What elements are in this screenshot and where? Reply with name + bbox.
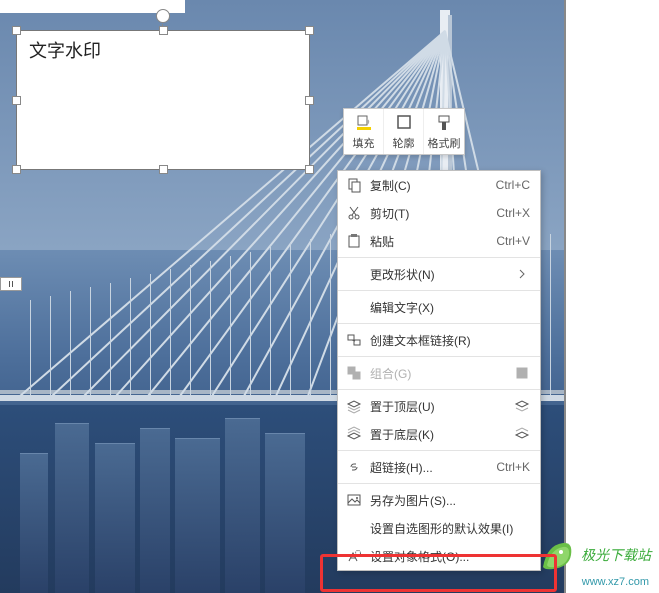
watermark-url: www.xz7.com bbox=[582, 576, 649, 588]
menu-label: 复制(C) bbox=[370, 177, 488, 194]
hyperlink-icon bbox=[346, 459, 362, 475]
chevron-right-icon bbox=[514, 266, 530, 282]
bring-front-icon bbox=[346, 398, 362, 414]
menu-create-textframe-link[interactable]: 创建文本框链接(R) bbox=[338, 326, 540, 354]
format-painter-icon bbox=[434, 113, 454, 133]
resize-handle-bl[interactable] bbox=[12, 165, 21, 174]
menu-hyperlink[interactable]: 超链接(H)... Ctrl+K bbox=[338, 453, 540, 481]
resize-handle-bm[interactable] bbox=[159, 165, 168, 174]
link-frame-icon bbox=[346, 332, 362, 348]
bridge-deck bbox=[0, 395, 659, 401]
send-back-right-icon bbox=[514, 426, 530, 442]
floating-toolbar: 填充 轮廓 格式刷 bbox=[343, 108, 465, 155]
format-painter-label: 格式刷 bbox=[428, 135, 461, 151]
menu-label: 编辑文字(X) bbox=[370, 299, 530, 316]
menu-group: 组合(G) bbox=[338, 359, 540, 387]
menu-bring-front[interactable]: 置于顶层(U) bbox=[338, 392, 540, 420]
menu-label: 更改形状(N) bbox=[370, 266, 506, 283]
picture-icon bbox=[346, 492, 362, 508]
rotate-handle[interactable] bbox=[156, 9, 170, 23]
menu-label: 创建文本框链接(R) bbox=[370, 332, 530, 349]
send-back-icon bbox=[346, 426, 362, 442]
menu-edit-text[interactable]: 编辑文字(X) bbox=[338, 293, 540, 321]
copy-icon bbox=[346, 177, 362, 193]
menu-shortcut: Ctrl+X bbox=[496, 206, 530, 220]
outline-button[interactable]: 轮廓 bbox=[384, 109, 424, 154]
menu-divider bbox=[338, 323, 540, 324]
context-menu: 复制(C) Ctrl+C 剪切(T) Ctrl+X 粘贴 Ctrl+V 更改形状… bbox=[337, 170, 541, 571]
format-painter-button[interactable]: 格式刷 bbox=[424, 109, 464, 154]
menu-shortcut: Ctrl+V bbox=[496, 234, 530, 248]
menu-send-back[interactable]: 置于底层(K) bbox=[338, 420, 540, 448]
menu-label: 置于底层(K) bbox=[370, 426, 506, 443]
resize-handle-mr[interactable] bbox=[305, 96, 314, 105]
outside-page bbox=[566, 0, 659, 593]
menu-label: 组合(G) bbox=[370, 365, 506, 382]
group-icon bbox=[346, 365, 362, 381]
resize-handle-br[interactable] bbox=[305, 165, 314, 174]
menu-shortcut: Ctrl+K bbox=[496, 460, 530, 474]
watermark-text: 极光下载站 bbox=[581, 545, 651, 565]
watermark-logo bbox=[539, 537, 575, 573]
menu-label: 剪切(T) bbox=[370, 205, 488, 222]
textbox-content[interactable]: 文字水印 bbox=[17, 31, 309, 73]
fill-button[interactable]: 填充 bbox=[344, 109, 384, 154]
menu-divider bbox=[338, 257, 540, 258]
menu-cut[interactable]: 剪切(T) Ctrl+X bbox=[338, 199, 540, 227]
menu-label: 设置对象格式(O)... bbox=[370, 548, 530, 565]
menu-shortcut: Ctrl+C bbox=[496, 178, 530, 192]
fill-label: 填充 bbox=[353, 135, 375, 151]
outline-icon bbox=[394, 113, 414, 133]
menu-save-as-picture[interactable]: 另存为图片(S)... bbox=[338, 486, 540, 514]
menu-divider bbox=[338, 356, 540, 357]
menu-label: 另存为图片(S)... bbox=[370, 492, 530, 509]
fill-icon bbox=[354, 113, 374, 133]
menu-label: 置于顶层(U) bbox=[370, 398, 506, 415]
menu-paste[interactable]: 粘贴 Ctrl+V bbox=[338, 227, 540, 255]
menu-autoshape-defaults[interactable]: 设置自选图形的默认效果(I) bbox=[338, 514, 540, 542]
resize-handle-tr[interactable] bbox=[305, 26, 314, 35]
format-object-icon bbox=[346, 548, 362, 564]
resize-handle-ml[interactable] bbox=[12, 96, 21, 105]
resize-handle-tl[interactable] bbox=[12, 26, 21, 35]
menu-label: 设置自选图形的默认效果(I) bbox=[370, 520, 530, 537]
menu-divider bbox=[338, 450, 540, 451]
paste-icon bbox=[346, 233, 362, 249]
page-left-handle[interactable] bbox=[0, 277, 22, 291]
outline-label: 轮廓 bbox=[393, 135, 415, 151]
menu-label: 粘贴 bbox=[370, 233, 488, 250]
menu-change-shape[interactable]: 更改形状(N) bbox=[338, 260, 540, 288]
group-right-icon bbox=[514, 365, 530, 381]
menu-label: 超链接(H)... bbox=[370, 459, 488, 476]
menu-divider bbox=[338, 290, 540, 291]
menu-format-object[interactable]: 设置对象格式(O)... bbox=[338, 542, 540, 570]
cut-icon bbox=[346, 205, 362, 221]
resize-handle-tm[interactable] bbox=[159, 26, 168, 35]
menu-divider bbox=[338, 483, 540, 484]
menu-copy[interactable]: 复制(C) Ctrl+C bbox=[338, 171, 540, 199]
menu-divider bbox=[338, 389, 540, 390]
selected-textbox[interactable]: 文字水印 bbox=[16, 30, 310, 170]
site-watermark: 极光下载站 bbox=[539, 537, 651, 573]
bring-front-right-icon bbox=[514, 398, 530, 414]
